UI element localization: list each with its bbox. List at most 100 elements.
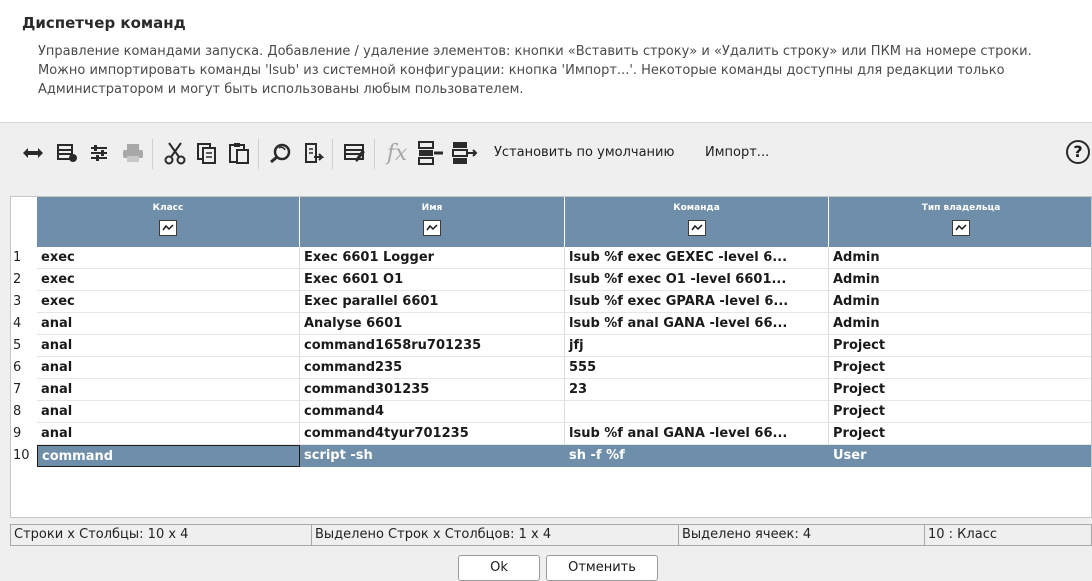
cell-class[interactable]: anal xyxy=(37,357,300,379)
column-header-command[interactable]: Команда xyxy=(565,197,829,247)
cut-icon[interactable] xyxy=(160,137,190,169)
status-selected-rows-cols: Выделено Строк x Столбцов: 1 x 4 xyxy=(312,525,679,545)
row-number[interactable]: 7 xyxy=(11,379,37,401)
table-row[interactable]: 4 anal Analyse 6601 lsub %f anal GANA -leve… xyxy=(11,313,1091,335)
copy-icon[interactable] xyxy=(192,137,222,169)
cell-class[interactable]: command xyxy=(37,445,300,467)
row-number[interactable]: 9 xyxy=(11,423,37,445)
toolbar-separator xyxy=(152,139,153,169)
commands-table: Класс Имя Команда Тип владельца 1 exec Exe… xyxy=(10,196,1092,518)
cell-owner-type[interactable]: Project xyxy=(829,357,1091,379)
delete-row-icon[interactable] xyxy=(450,137,480,169)
row-number[interactable]: 5 xyxy=(11,335,37,357)
row-number[interactable]: 10 xyxy=(11,445,37,467)
export-icon[interactable] xyxy=(298,137,328,169)
cell-command[interactable]: 555 xyxy=(565,357,829,379)
cell-owner-type[interactable]: Project xyxy=(829,423,1091,445)
table-row[interactable]: 2 exec Exec 6601 O1 lsub %f exec O1 -level … xyxy=(11,269,1091,291)
cell-name[interactable]: command301235 xyxy=(300,379,565,401)
cell-class[interactable]: anal xyxy=(37,335,300,357)
paste-icon[interactable] xyxy=(224,137,254,169)
table-row[interactable]: 1 exec Exec 6601 Logger lsub %f exec GEXEC … xyxy=(11,247,1091,269)
table-row[interactable]: 3 exec Exec parallel 6601 lsub %f exec GPAR… xyxy=(11,291,1091,313)
cell-command[interactable]: sh -f %f xyxy=(565,445,829,467)
column-header-label: Команда xyxy=(673,203,720,213)
table-row[interactable]: 10 command script -sh sh -f %f User xyxy=(11,445,1091,467)
filter-icon[interactable] xyxy=(952,220,970,236)
cell-name[interactable]: command1658ru701235 xyxy=(300,335,565,357)
table-settings-icon[interactable] xyxy=(52,137,82,169)
fit-columns-icon[interactable] xyxy=(18,137,48,169)
cell-class[interactable]: anal xyxy=(37,423,300,445)
row-number-header xyxy=(11,197,37,247)
cell-owner-type[interactable]: User xyxy=(829,445,1091,467)
status-current-cell: 10 : Класс xyxy=(928,527,997,542)
column-header-class[interactable]: Класс xyxy=(37,197,300,247)
cell-class[interactable]: anal xyxy=(37,401,300,423)
help-icon[interactable]: ? xyxy=(1066,140,1090,164)
table-row[interactable]: 8 anal command4 Project xyxy=(11,401,1091,423)
status-rows-cols: Строки x Столбцы: 10 x 4 xyxy=(11,525,312,545)
row-number[interactable]: 1 xyxy=(11,247,37,269)
table-header: Класс Имя Команда Тип владельца xyxy=(11,197,1091,247)
toolbar-separator xyxy=(374,139,375,169)
cell-class[interactable]: exec xyxy=(37,269,300,291)
cell-command[interactable]: jfj xyxy=(565,335,829,357)
cell-owner-type[interactable]: Project xyxy=(829,335,1091,357)
cell-name[interactable]: command4tyur701235 xyxy=(300,423,565,445)
adjust-icon[interactable] xyxy=(84,137,114,169)
table-row[interactable]: 9 anal command4tyur701235 lsub %f anal GANA… xyxy=(11,423,1091,445)
filter-icon[interactable] xyxy=(687,220,706,236)
toolbar: fx Установить по умолчанию Импорт... xyxy=(0,123,1092,187)
row-number[interactable]: 2 xyxy=(11,269,37,291)
cell-class[interactable]: exec xyxy=(37,291,300,313)
cell-command[interactable] xyxy=(565,401,829,423)
cell-owner-type[interactable]: Admin xyxy=(829,269,1091,291)
column-header-owner-type[interactable]: Тип владельца xyxy=(829,197,1091,247)
cell-name[interactable]: command4 xyxy=(300,401,565,423)
table-row[interactable]: 7 anal command301235 23 Project xyxy=(11,379,1091,401)
cell-name[interactable]: Analyse 6601 xyxy=(300,313,565,335)
cell-owner-type[interactable]: Project xyxy=(829,379,1091,401)
set-default-button[interactable]: Установить по умолчанию xyxy=(494,145,674,160)
cell-name[interactable]: Exec 6601 Logger xyxy=(300,247,565,269)
cell-class[interactable]: exec xyxy=(37,247,300,269)
filter-icon[interactable] xyxy=(159,220,177,236)
cell-command[interactable]: lsub %f anal GANA -level 66... xyxy=(565,423,829,445)
table-row[interactable]: 6 anal command235 555 Project xyxy=(11,357,1091,379)
cell-command[interactable]: lsub %f exec GPARA -level 6... xyxy=(565,291,829,313)
cell-class[interactable]: anal xyxy=(37,379,300,401)
cell-class[interactable]: anal xyxy=(37,313,300,335)
cell-owner-type[interactable]: Project xyxy=(829,401,1091,423)
cell-name[interactable]: Exec 6601 O1 xyxy=(300,269,565,291)
ok-button[interactable]: Ok xyxy=(458,555,540,581)
cell-owner-type[interactable]: Admin xyxy=(829,291,1091,313)
cell-command[interactable]: 23 xyxy=(565,379,829,401)
table-row[interactable]: 5 anal command1658ru701235 jfj Project xyxy=(11,335,1091,357)
row-number[interactable]: 4 xyxy=(11,313,37,335)
cell-command[interactable]: lsub %f anal GANA -level 66... xyxy=(565,313,829,335)
row-number[interactable]: 8 xyxy=(11,401,37,423)
find-icon[interactable] xyxy=(266,137,296,169)
cancel-button[interactable]: Отменить xyxy=(546,555,658,581)
cell-name[interactable]: Exec parallel 6601 xyxy=(300,291,565,313)
column-header-name[interactable]: Имя xyxy=(300,197,565,247)
column-header-label: Имя xyxy=(421,203,443,213)
cell-owner-type[interactable]: Admin xyxy=(829,247,1091,269)
row-number[interactable]: 3 xyxy=(11,291,37,313)
cell-name[interactable]: script -sh xyxy=(300,445,565,467)
cell-command[interactable]: lsub %f exec O1 -level 6601... xyxy=(565,269,829,291)
edit-table-icon[interactable] xyxy=(340,137,370,169)
row-number[interactable]: 6 xyxy=(11,357,37,379)
insert-row-icon[interactable] xyxy=(416,137,446,169)
column-header-label: Тип владельца xyxy=(921,203,1001,213)
toolbar-separator xyxy=(332,139,333,169)
cell-owner-type[interactable]: Admin xyxy=(829,313,1091,335)
filter-icon[interactable] xyxy=(423,220,441,236)
formula-icon[interactable]: fx xyxy=(382,137,412,169)
cell-name[interactable]: command235 xyxy=(300,357,565,379)
import-button[interactable]: Импорт... xyxy=(705,145,769,160)
column-header-label: Класс xyxy=(152,203,184,213)
cell-command[interactable]: lsub %f exec GEXEC -level 6... xyxy=(565,247,829,269)
print-icon[interactable] xyxy=(118,137,148,169)
